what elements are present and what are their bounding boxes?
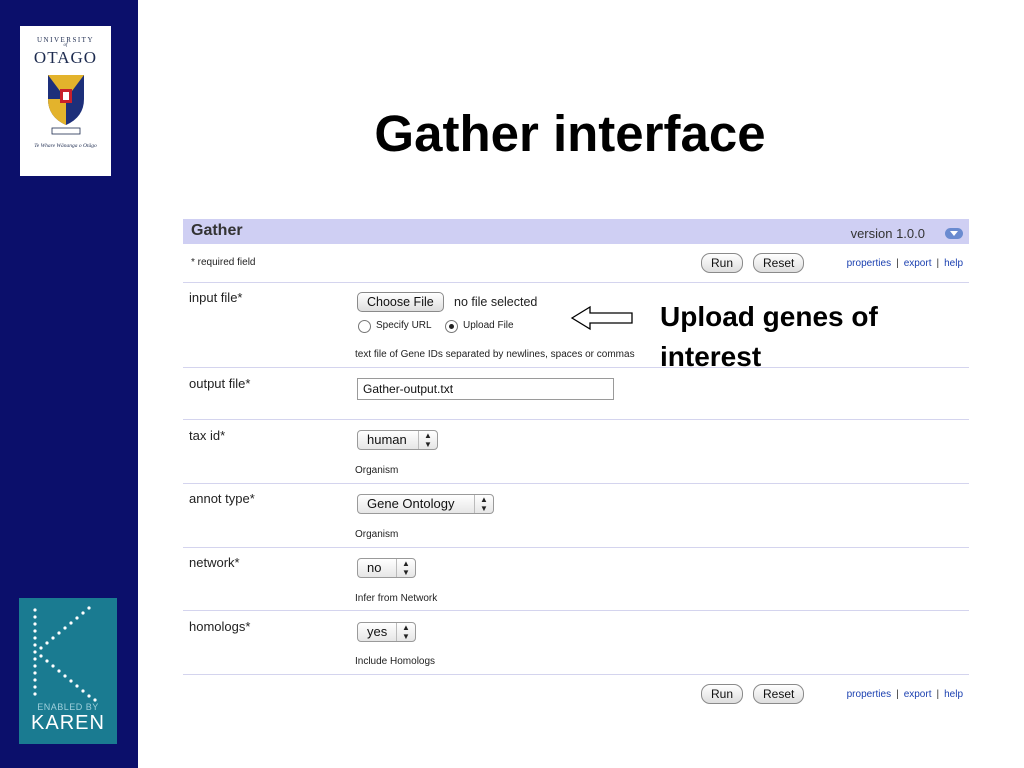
form-header: Gather version 1.0.0 <box>183 219 969 244</box>
logo-motto: Te Whare Wānanga o Otāgo <box>34 143 97 149</box>
run-button-bottom[interactable]: Run <box>701 684 744 704</box>
annot-type-value: Gene Ontology <box>367 496 455 511</box>
annot-type-select[interactable]: Gene Ontology ▲ ▼ <box>357 494 494 514</box>
network-label: network* <box>189 555 240 570</box>
form-links-top: properties | export | help <box>846 258 963 269</box>
upload-file-label: Upload File <box>463 320 514 331</box>
divider <box>183 610 969 611</box>
annot-type-label: annot type* <box>189 491 255 506</box>
annot-type-help: Organism <box>355 529 399 540</box>
select-arrows-icon: ▲ ▼ <box>474 495 493 513</box>
network-select[interactable]: no ▲ ▼ <box>357 558 416 578</box>
file-status: no file selected <box>454 295 538 309</box>
otago-crest-icon <box>48 75 84 135</box>
input-file-help: text file of Gene IDs separated by newli… <box>355 349 635 360</box>
network-help: Infer from Network <box>355 593 438 604</box>
homologs-label: homologs* <box>189 619 251 634</box>
karen-logo: ENABLED BY KAREN <box>19 598 117 744</box>
export-link[interactable]: export <box>904 258 932 269</box>
input-file-label: input file* <box>189 290 243 305</box>
output-file-input[interactable]: Gather-output.txt <box>357 378 614 400</box>
left-arrow-icon <box>570 305 633 331</box>
tax-id-help: Organism <box>355 465 399 476</box>
gather-form: Gather version 1.0.0 * required field Ru… <box>183 219 969 709</box>
slide-title: Gather interface <box>374 105 766 162</box>
help-link[interactable]: help <box>944 689 963 700</box>
chevron-down-icon[interactable] <box>945 228 963 239</box>
karen-k-dots-icon <box>33 606 97 702</box>
select-arrows-icon: ▲ ▼ <box>418 431 437 449</box>
select-arrows-icon: ▲ ▼ <box>396 559 415 577</box>
form-links-bottom: properties | export | help <box>846 689 963 700</box>
run-button-top[interactable]: Run <box>701 253 744 273</box>
tax-id-label: tax id* <box>189 428 226 443</box>
properties-link[interactable]: properties <box>847 689 891 700</box>
otago-logo: UNIVERSITY of OTAGO Te Whare Wānanga o O… <box>20 26 111 176</box>
export-link[interactable]: export <box>904 689 932 700</box>
help-link[interactable]: help <box>944 258 963 269</box>
divider <box>183 674 969 675</box>
form-version: version 1.0.0 <box>850 226 925 241</box>
form-title: Gather <box>191 222 243 239</box>
homologs-value: yes <box>367 624 388 639</box>
divider <box>183 483 969 484</box>
logo-otago-text: OTAGO <box>33 48 98 67</box>
output-file-label: output file* <box>189 376 251 391</box>
select-arrows-icon: ▲ ▼ <box>396 623 415 641</box>
divider <box>183 282 969 283</box>
sidebar: UNIVERSITY of OTAGO Te Whare Wānanga o O… <box>0 0 138 768</box>
network-value: no <box>367 560 382 575</box>
tax-id-value: human <box>367 432 407 447</box>
properties-link[interactable]: properties <box>847 258 891 269</box>
choose-file-button[interactable]: Choose File <box>357 292 444 312</box>
annotation-text: Upload genes of interest <box>660 301 878 372</box>
specify-url-radio[interactable] <box>358 320 371 333</box>
required-field-note: * required field <box>191 257 256 268</box>
reset-button-top[interactable]: Reset <box>753 253 805 273</box>
specify-url-label: Specify URL <box>376 320 432 331</box>
reset-button-bottom[interactable]: Reset <box>753 684 805 704</box>
divider <box>183 419 969 420</box>
homologs-select[interactable]: yes ▲ ▼ <box>357 622 416 642</box>
tax-id-select[interactable]: human ▲ ▼ <box>357 430 438 450</box>
homologs-help: Include Homologs <box>355 656 436 667</box>
divider <box>183 547 969 548</box>
upload-file-radio[interactable] <box>445 320 458 333</box>
karen-name: KAREN <box>31 712 105 734</box>
karen-enabled-by: ENABLED BY <box>37 702 99 712</box>
